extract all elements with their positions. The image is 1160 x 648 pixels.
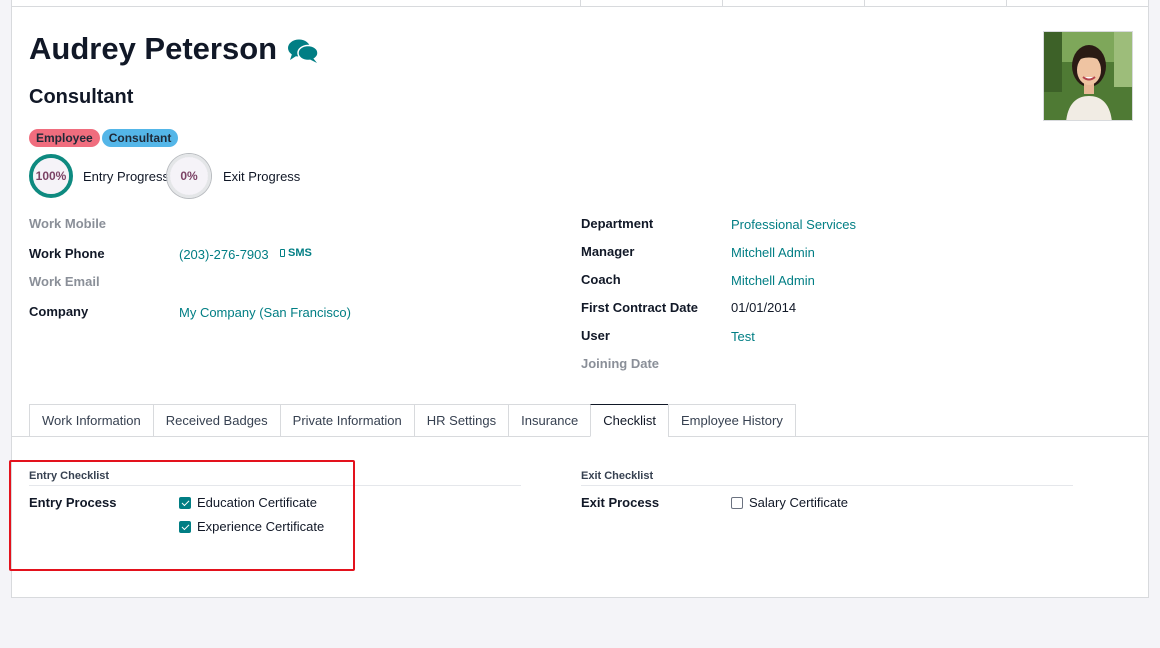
- coach-label: Coach: [581, 272, 621, 287]
- checklist-item[interactable]: Education Certificate: [179, 495, 317, 510]
- entry-progress-label: Entry Progress: [83, 168, 169, 184]
- first-contract-date-label: First Contract Date: [581, 300, 699, 315]
- checklist-item[interactable]: Experience Certificate: [179, 519, 324, 534]
- tag-employee[interactable]: Employee: [29, 129, 100, 147]
- job-title[interactable]: Consultant: [29, 86, 133, 109]
- checklist-item-label: Education Certificate: [197, 495, 317, 510]
- employee-avatar[interactable]: [1043, 31, 1133, 121]
- manager-field[interactable]: Mitchell Admin: [731, 245, 815, 260]
- work-phone-label: Work Phone: [29, 246, 105, 261]
- mobile-phone-icon: [280, 249, 285, 257]
- checklist-item-label: Salary Certificate: [749, 495, 848, 510]
- department-field[interactable]: Professional Services: [731, 217, 856, 232]
- exit-checklist-rule: [581, 485, 1073, 486]
- tag-list: Employee Consultant: [29, 129, 179, 147]
- chat-bubbles-icon[interactable]: [287, 38, 319, 64]
- department-label: Department: [581, 216, 654, 231]
- exit-progress[interactable]: 0% Exit Progress: [167, 154, 300, 198]
- checkbox-checked[interactable]: [179, 520, 191, 533]
- avatar-photo: [1044, 32, 1132, 120]
- company-field[interactable]: My Company (San Francisco): [179, 305, 351, 320]
- exit-progress-value: 0%: [180, 169, 198, 183]
- exit-process-label: Exit Process: [581, 495, 660, 510]
- work-email-field[interactable]: [179, 274, 419, 290]
- entry-checklist-title: Entry Checklist: [29, 470, 110, 482]
- work-email-label: Work Email: [29, 274, 100, 289]
- employee-name[interactable]: Audrey Peterson: [29, 31, 277, 67]
- sms-label: SMS: [288, 247, 312, 259]
- notebook-tabs: Work Information Received Badges Private…: [29, 404, 796, 437]
- tab-employee-history[interactable]: Employee History: [667, 404, 796, 437]
- work-phone-field[interactable]: (203)-276-7903: [179, 247, 269, 262]
- tab-hr-settings[interactable]: HR Settings: [413, 404, 509, 437]
- work-mobile-label: Work Mobile: [29, 216, 107, 231]
- user-label: User: [581, 328, 610, 343]
- exit-checklist-title: Exit Checklist: [581, 470, 654, 482]
- entry-checklist-rule: [29, 485, 521, 486]
- sms-button[interactable]: SMS: [280, 247, 312, 259]
- tag-consultant[interactable]: Consultant: [101, 129, 179, 147]
- joining-date-field[interactable]: [731, 356, 971, 372]
- user-field[interactable]: Test: [731, 329, 755, 344]
- checklist-item[interactable]: Salary Certificate: [731, 495, 848, 510]
- tab-private-information[interactable]: Private Information: [279, 404, 414, 437]
- tab-checklist[interactable]: Checklist: [590, 404, 668, 437]
- exit-progress-ring: 0%: [167, 154, 211, 198]
- entry-process-label: Entry Process: [29, 495, 117, 510]
- manager-label: Manager: [581, 244, 635, 259]
- entry-progress[interactable]: 100% Entry Progress: [29, 154, 169, 198]
- checkbox-unchecked[interactable]: [731, 496, 743, 509]
- tab-insurance[interactable]: Insurance: [508, 404, 591, 437]
- entry-progress-value: 100%: [35, 169, 67, 183]
- employee-name-row: Audrey Peterson: [29, 31, 319, 67]
- tab-work-information[interactable]: Work Information: [29, 404, 153, 437]
- first-contract-date-field[interactable]: 01/01/2014: [731, 300, 796, 315]
- tab-received-badges[interactable]: Received Badges: [152, 404, 280, 437]
- exit-progress-label: Exit Progress: [223, 168, 301, 184]
- work-mobile-field[interactable]: [179, 216, 419, 232]
- employee-form-sheet: Audrey Peterson Consultant Employee Cons…: [11, 6, 1149, 598]
- checkbox-checked[interactable]: [179, 496, 191, 509]
- entry-progress-ring: 100%: [29, 154, 73, 198]
- joining-date-label: Joining Date: [581, 356, 660, 371]
- company-label: Company: [29, 304, 89, 319]
- coach-field[interactable]: Mitchell Admin: [731, 273, 815, 288]
- checklist-item-label: Experience Certificate: [197, 519, 325, 534]
